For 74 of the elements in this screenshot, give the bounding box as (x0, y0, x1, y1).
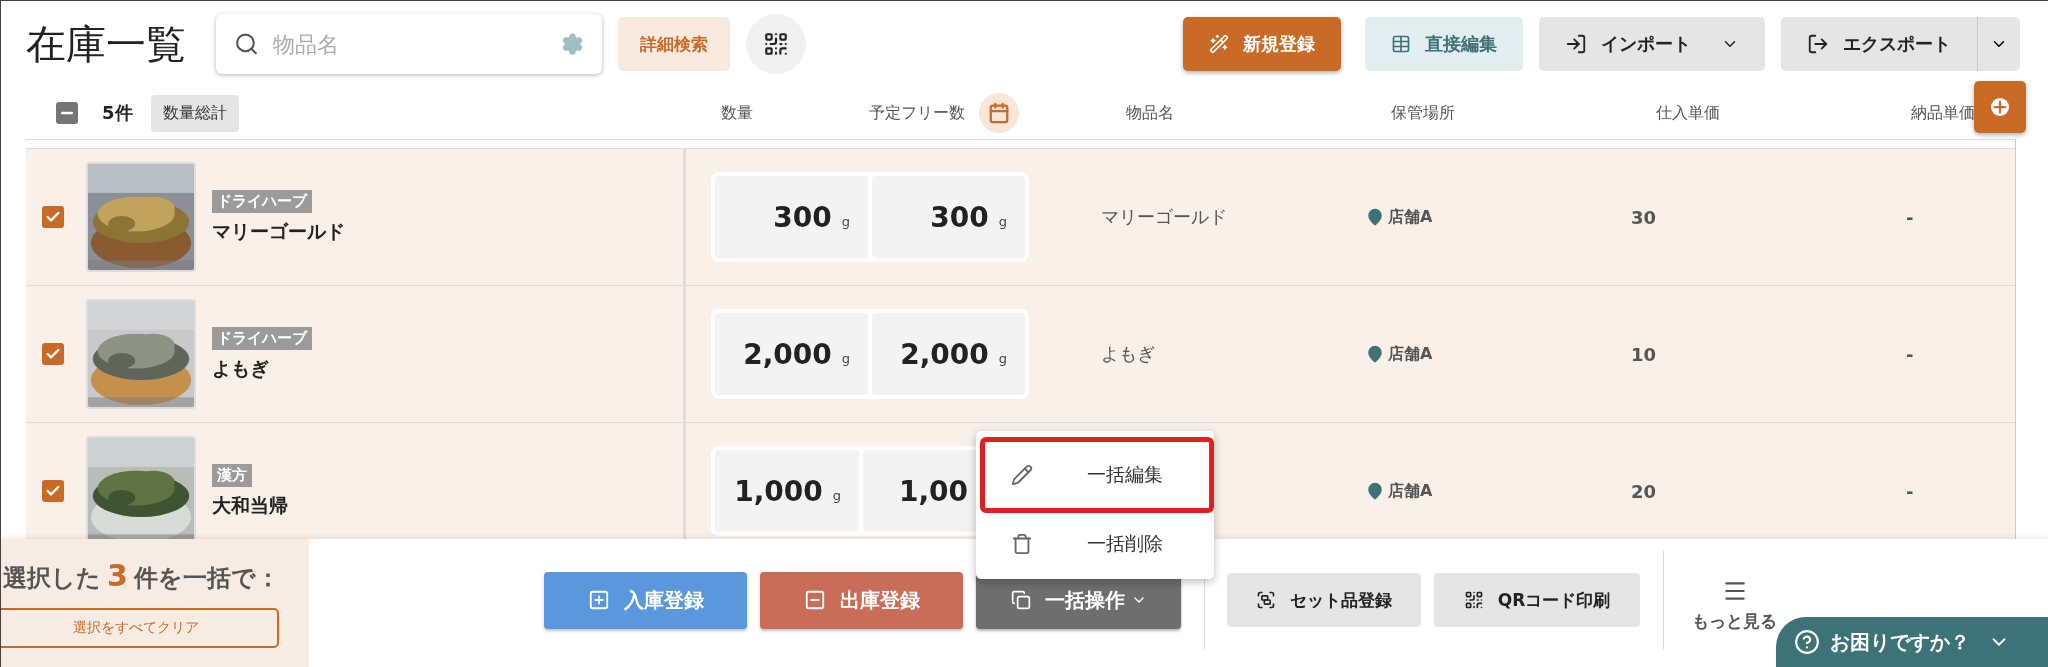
bulk-selection-text: 選択した 3 件を一括で： (3, 558, 281, 594)
category-tag: ドライハーブ (212, 326, 312, 350)
plus-square-icon (587, 589, 610, 611)
pin-icon (1366, 482, 1384, 500)
direct-edit-button[interactable]: 直接編集 (1365, 17, 1523, 71)
item-name: マリーゴールド (212, 218, 345, 244)
column-header: 納品単価 (1911, 102, 1976, 124)
import-icon (1565, 33, 1587, 55)
add-column-button[interactable] (1974, 81, 2026, 133)
table-cell-text: - (1905, 343, 1915, 365)
column-header: 仕入単価 (1655, 102, 1721, 124)
location-cell: 店舗A (1346, 206, 1611, 228)
unit-label: g (998, 350, 1007, 366)
item-count: 5件 (102, 101, 133, 125)
help-chat-button[interactable]: お困りですか？ (1776, 617, 2048, 667)
quantity-value: 1,000 (734, 474, 823, 508)
table-cell-text: マリーゴールド (1100, 205, 1228, 229)
help-icon (1794, 629, 1820, 655)
item-name: 大和当帰 (212, 492, 288, 518)
quantity-value: 2,000 (743, 337, 832, 371)
qr-code-icon (763, 31, 789, 57)
quantity-value: 300 (930, 200, 989, 234)
search-icon (234, 31, 259, 57)
calendar-button[interactable] (979, 93, 1019, 133)
settings-icon[interactable] (560, 32, 584, 56)
category-tag: 漢方 (212, 463, 252, 487)
qr-print-button[interactable]: QRコード印刷 (1434, 573, 1640, 627)
quantity-value: 300 (773, 200, 832, 234)
copy-icon (1010, 590, 1031, 610)
column-header: 保管場所 (1390, 102, 1456, 124)
pencil-icon (1011, 464, 1033, 486)
quantity-value: 1,00 (899, 474, 969, 508)
qr-code-icon (1463, 590, 1484, 610)
group-icon (1256, 590, 1276, 610)
table-icon (1391, 34, 1411, 54)
item-name: よもぎ (212, 355, 269, 381)
location-cell: 店舗A (1346, 343, 1611, 365)
table-row[interactable]: ドライハーブ よもぎ 2,000 g 2,000 g よもぎ 店舗A 10 - (26, 285, 2015, 422)
set-item-button[interactable]: セット品登録 (1227, 573, 1421, 627)
new-button[interactable]: 新規登録 (1183, 17, 1341, 71)
location-cell: 店舗A (1346, 480, 1611, 502)
select-all-checkbox[interactable] (56, 102, 78, 124)
wand-icon (1209, 34, 1229, 54)
minus-square-icon (803, 589, 826, 611)
unit-label: g (832, 487, 841, 503)
unit-label: g (998, 213, 1007, 229)
trash-icon (1011, 533, 1033, 555)
page-title: 在庫一覧 (26, 19, 186, 69)
pin-icon (1366, 345, 1384, 363)
unit-label: g (841, 213, 850, 229)
row-checkbox[interactable] (42, 206, 64, 228)
table-cell-text: 20 (1630, 480, 1658, 502)
column-header: 数量 (721, 102, 754, 124)
calendar-icon (988, 102, 1010, 124)
unit-label: g (841, 350, 850, 366)
category-tag: ドライハーブ (212, 189, 312, 213)
column-header: 物品名 (1125, 102, 1175, 124)
table-cell-text: - (1905, 480, 1915, 502)
outbound-button[interactable]: 出庫登録 (760, 571, 963, 629)
plus-icon (1991, 98, 2009, 116)
table-cell-text: 30 (1630, 206, 1658, 228)
table-row[interactable]: ドライハーブ マリーゴールド 300 g 300 g マリーゴールド 店舗A 30 - (26, 148, 2015, 285)
quantity-total-button[interactable]: 数量総計 (150, 94, 239, 132)
column-header: 予定フリー数 (869, 102, 965, 124)
table-cell-text: よもぎ (1100, 342, 1156, 366)
menu-item[interactable]: 一括編集 (980, 437, 1214, 513)
row-checkbox[interactable] (42, 480, 64, 502)
pin-icon (1366, 208, 1384, 226)
export-icon (1807, 33, 1829, 55)
row-checkbox[interactable] (42, 343, 64, 365)
table-cell-text: - (1905, 206, 1915, 228)
quantity-value: 2,000 (900, 337, 989, 371)
table-cell-text: 10 (1630, 343, 1658, 365)
import-button[interactable]: インポート (1539, 17, 1765, 71)
